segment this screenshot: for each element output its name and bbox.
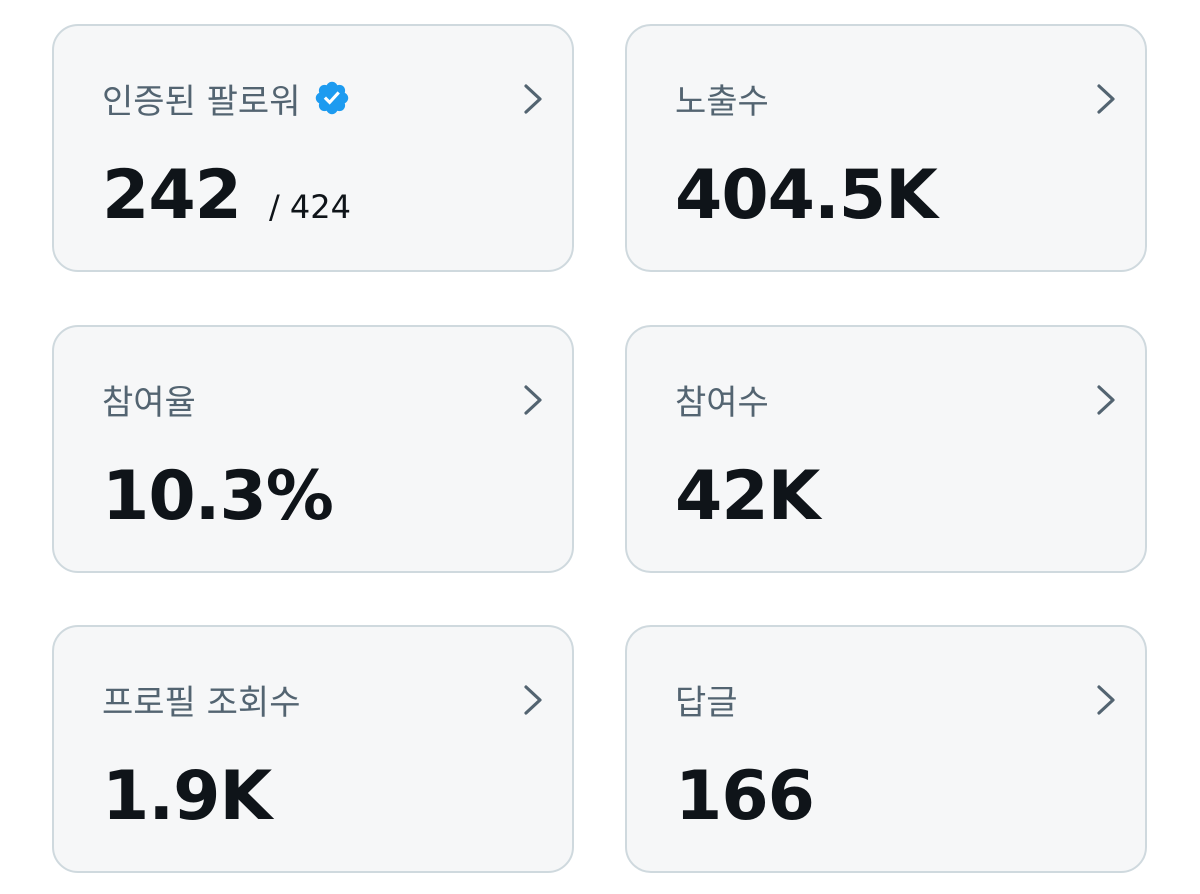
engagement-rate-card[interactable]: 참여율 10.3% xyxy=(52,325,574,573)
card-value: 10.3% xyxy=(102,457,334,536)
card-value-row: 404.5K xyxy=(675,156,938,236)
chevron-right-icon xyxy=(1097,84,1115,114)
card-subvalue: / 424 xyxy=(268,188,351,226)
card-value: 404.5K xyxy=(675,156,938,235)
card-label-row: 참여율 xyxy=(102,377,196,423)
card-value: 242 xyxy=(102,156,242,235)
chevron-right-icon xyxy=(1097,685,1115,715)
card-value-row: 166 xyxy=(675,757,815,837)
impressions-card[interactable]: 노출수 404.5K xyxy=(625,24,1147,272)
card-label: 답글 xyxy=(675,682,738,723)
replies-card[interactable]: 답글 166 xyxy=(625,625,1147,873)
card-value-row: 1.9K xyxy=(102,757,272,837)
verified-badge-icon xyxy=(315,81,348,115)
chevron-right-icon xyxy=(524,385,542,415)
profile-visits-card[interactable]: 프로필 조회수 1.9K xyxy=(52,625,574,873)
card-label-row: 참여수 xyxy=(675,377,769,423)
chevron-right-icon xyxy=(524,685,542,715)
card-label-row: 노출수 xyxy=(675,76,769,122)
card-value: 166 xyxy=(675,757,815,836)
engagements-card[interactable]: 참여수 42K xyxy=(625,325,1147,573)
verified-followers-card[interactable]: 인증된 팔로워 242 / 424 xyxy=(52,24,574,272)
card-label: 참여율 xyxy=(102,382,196,423)
chevron-right-icon xyxy=(524,84,542,114)
card-value: 1.9K xyxy=(102,757,272,836)
card-label-row: 인증된 팔로워 xyxy=(102,76,351,122)
card-label-row: 답글 xyxy=(675,677,738,723)
card-label: 프로필 조회수 xyxy=(102,682,301,723)
card-label-row: 프로필 조회수 xyxy=(102,677,301,723)
card-value-row: 10.3% xyxy=(102,457,334,537)
analytics-stats-grid: 인증된 팔로워 242 / 424 노출수 404.5K 참여율 10.3% 참… xyxy=(0,0,1200,894)
card-value-row: 42K xyxy=(675,457,820,537)
card-value: 42K xyxy=(675,457,820,536)
card-label: 참여수 xyxy=(675,382,769,423)
chevron-right-icon xyxy=(1097,385,1115,415)
card-value-row: 242 / 424 xyxy=(102,156,351,236)
card-label: 인증된 팔로워 xyxy=(102,81,301,122)
card-label: 노출수 xyxy=(675,81,769,122)
